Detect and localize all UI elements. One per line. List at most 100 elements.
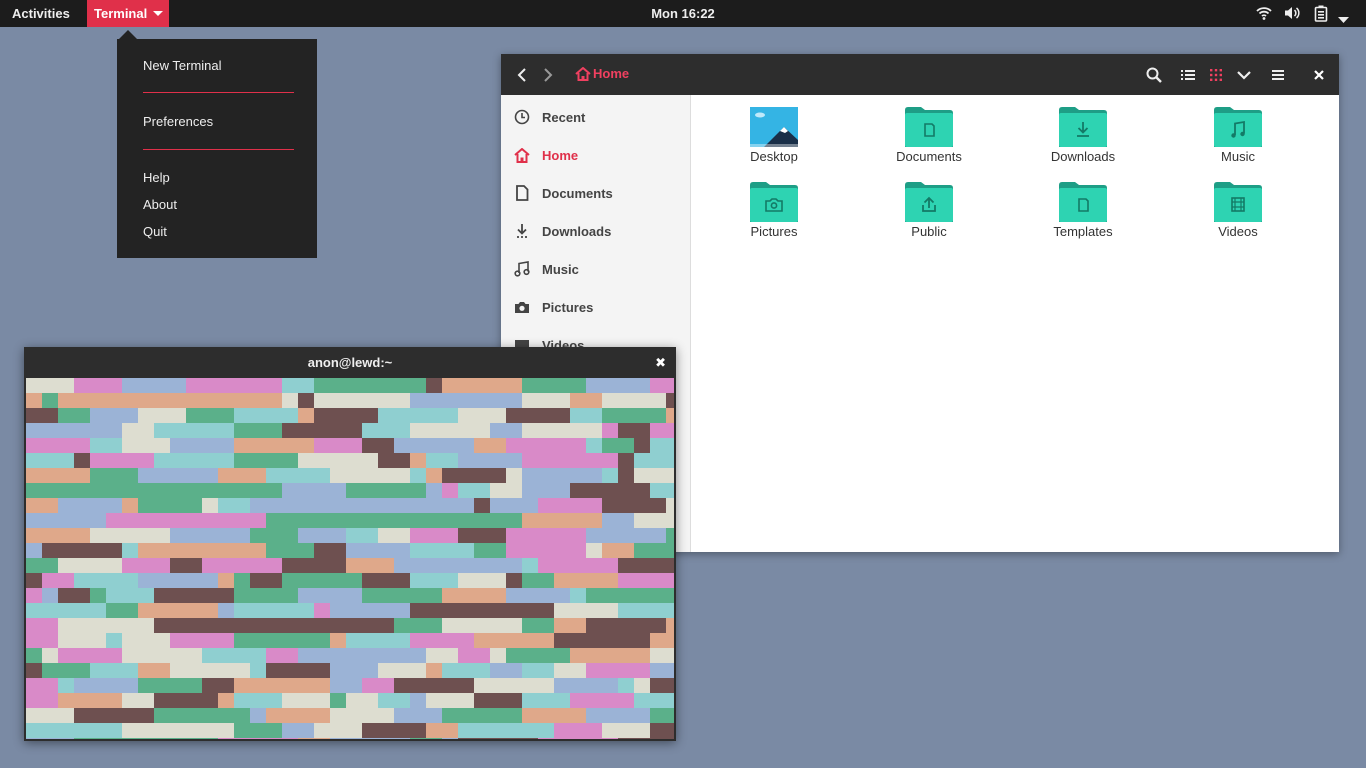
sidebar-item-pictures[interactable]: Pictures [513,296,593,318]
terminal-title[interactable]: anon@lewd:~ [24,347,676,378]
pixel-block [650,483,674,498]
pixel-block [362,633,410,648]
pixel-block [298,393,314,408]
pixel-block [634,513,650,528]
pixel-block [410,603,474,618]
volume-icon[interactable] [1284,5,1301,24]
file-item-templates[interactable]: Templates [1028,182,1138,239]
menu-item-new-terminal[interactable]: New Terminal [143,58,222,73]
pixel-block [618,468,634,483]
file-item-public[interactable]: Public [874,182,984,239]
file-item-downloads[interactable]: Downloads [1028,107,1138,164]
pixel-block [586,378,650,393]
pixel-block [58,618,138,633]
activities-button[interactable]: Activities [12,6,70,21]
pixel-block [138,498,202,513]
pixel-block [90,468,138,483]
sidebar-item-label: Pictures [542,299,594,315]
file-item-documents[interactable]: Documents [874,107,984,164]
pixel-block [506,588,570,603]
pixel-block [74,678,138,693]
pixel-block [106,633,122,648]
pixel-block [378,528,410,543]
pixel-block [154,693,218,708]
menu-item-quit[interactable]: Quit [143,224,167,239]
view-options-chevron-icon[interactable] [1234,65,1254,85]
pixel-block [122,648,202,663]
sidebar-item-label: Downloads [542,223,612,239]
pixel-block [618,603,674,618]
pixel-block [410,423,490,438]
menu-item-about[interactable]: About [143,197,177,212]
pixel-block [410,483,426,498]
folder-public-icon [905,182,953,222]
pixel-block [618,588,666,603]
pixel-block [138,543,202,558]
pixel-block [410,543,474,558]
pixel-block [330,738,410,739]
pixel-block [570,453,618,468]
pixel-block [74,708,154,723]
path-bar-home[interactable]: Home [575,66,629,81]
forward-icon[interactable] [538,65,558,85]
pixel-block [618,573,674,588]
pixel-block [282,558,346,573]
pixel-block [522,663,554,678]
back-icon[interactable] [512,65,532,85]
sidebar-item-music[interactable]: Music [513,258,579,280]
file-item-pictures[interactable]: Pictures [719,182,829,239]
pixel-block [42,663,90,678]
pixel-block [506,438,586,453]
terminal-pixel-art[interactable] [26,378,674,739]
pixel-block [26,708,74,723]
file-item-label: Templates [1053,224,1113,239]
pixel-block [250,573,282,588]
search-icon[interactable] [1144,65,1164,85]
sidebar-item-home[interactable]: Home [513,144,578,166]
pixel-block [266,633,298,648]
pixel-block [474,498,490,513]
pixel-block [394,378,426,393]
system-menu-caret-icon[interactable] [1338,11,1349,26]
pixel-block [490,423,522,438]
sidebar-item-documents[interactable]: Documents [513,182,613,204]
pixel-block [234,603,314,618]
pixel-block [490,648,506,663]
menu-item-help[interactable]: Help [143,170,170,185]
pixel-block [90,483,170,498]
list-view-icon[interactable] [1178,65,1198,85]
pixel-block [458,558,522,573]
pixel-block [522,693,570,708]
pixel-block [634,678,650,693]
clock[interactable]: Mon 16:22 [651,6,715,21]
pixel-block [26,588,42,603]
sidebar-item-downloads[interactable]: Downloads [513,220,611,242]
sidebar-item-recent[interactable]: Recent [513,106,585,128]
file-item-desktop[interactable]: Desktop [719,107,829,164]
pixel-block [378,693,410,708]
pixel-block [26,378,74,393]
close-icon[interactable]: ✖ [655,355,666,371]
file-item-music[interactable]: Music [1183,107,1293,164]
pixel-block [330,633,346,648]
pixel-block [442,468,506,483]
grid-view-icon[interactable] [1206,65,1226,85]
pixel-block [58,588,90,603]
pixel-block [650,648,674,663]
file-item-videos[interactable]: Videos [1183,182,1293,239]
pixel-block [298,723,314,738]
pixel-block [618,738,674,739]
wifi-icon[interactable] [1256,5,1272,24]
camera-icon [513,298,531,316]
battery-icon[interactable] [1314,5,1328,25]
pixel-block [186,513,266,528]
close-icon[interactable] [1309,65,1329,85]
menu-item-preferences[interactable]: Preferences [143,114,213,129]
app-menu-button[interactable]: Terminal [87,0,169,27]
pixel-block [26,738,74,739]
hamburger-menu-icon[interactable] [1268,65,1288,85]
pixel-block [74,573,138,588]
pixel-block [394,438,474,453]
pixel-block [90,528,170,543]
pixel-block [346,543,410,558]
